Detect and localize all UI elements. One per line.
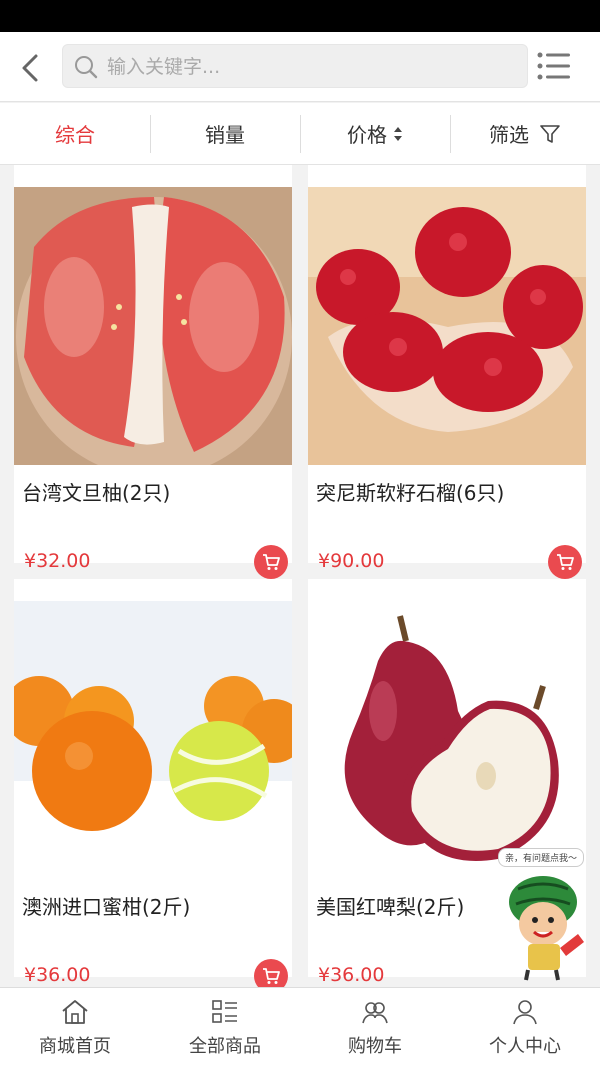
product-price: ¥36.00	[318, 964, 385, 986]
sort-filter[interactable]: 筛选	[450, 103, 600, 164]
cart-icon	[557, 554, 574, 570]
menu-button[interactable]	[534, 48, 574, 84]
sort-comprehensive[interactable]: 综合	[0, 103, 150, 164]
product-name[interactable]: 台湾文旦柚(2只)	[22, 477, 170, 506]
sort-label: 销量	[205, 123, 245, 147]
chevron-left-icon	[22, 54, 38, 82]
home-icon	[62, 1000, 88, 1024]
watermelon-mascot-icon	[509, 876, 584, 981]
product-name[interactable]: 澳洲进口蜜柑(2斤)	[22, 891, 190, 920]
product-card[interactable]: 突尼斯软籽石榴(6只) ¥90.00	[308, 165, 586, 579]
bottom-tab-bar: 商城首页 全部商品 购物车 个人中心	[0, 987, 600, 1067]
header	[0, 32, 600, 102]
grid-list-icon	[212, 1000, 237, 1023]
product-image-pomegranate[interactable]	[308, 187, 586, 465]
sort-bar: 综合 销量 价格 筛选	[0, 103, 600, 165]
sort-sales[interactable]: 销量	[150, 103, 300, 164]
add-to-cart-button[interactable]	[548, 545, 582, 579]
tab-profile[interactable]: 个人中心	[450, 988, 600, 1067]
customer-service-mascot[interactable]: 亲，有问题点我～	[498, 848, 598, 981]
product-price: ¥32.00	[24, 550, 91, 572]
sort-label: 筛选	[489, 123, 529, 147]
product-image-mandarin[interactable]	[14, 601, 292, 879]
search-icon	[75, 56, 98, 79]
product-image-pomelo[interactable]	[14, 187, 292, 465]
search-input[interactable]	[107, 51, 507, 83]
sort-label: 价格	[347, 123, 387, 147]
back-button[interactable]	[12, 48, 52, 88]
product-price: ¥36.00	[24, 964, 91, 986]
tab-all-products[interactable]: 全部商品	[150, 988, 300, 1067]
cart-icon	[263, 554, 280, 570]
sort-label: 综合	[55, 123, 95, 147]
product-price: ¥90.00	[318, 550, 385, 572]
tab-home[interactable]: 商城首页	[0, 988, 150, 1067]
tab-label: 个人中心	[489, 1036, 561, 1057]
product-name[interactable]: 美国红啤梨(2斤)	[316, 891, 464, 920]
tab-label: 商城首页	[39, 1036, 111, 1057]
people-icon	[362, 1002, 388, 1024]
person-icon	[513, 1000, 537, 1025]
sort-price[interactable]: 价格	[300, 103, 450, 164]
filter-funnel-icon	[540, 124, 560, 143]
status-bar	[0, 0, 600, 32]
tab-label: 全部商品	[189, 1036, 261, 1057]
add-to-cart-button[interactable]	[254, 545, 288, 579]
list-menu-icon	[537, 52, 570, 80]
sort-updown-icon	[394, 126, 402, 141]
product-name[interactable]: 突尼斯软籽石榴(6只)	[316, 477, 504, 506]
product-card[interactable]: 澳洲进口蜜柑(2斤) ¥36.00	[14, 579, 292, 993]
tab-cart[interactable]: 购物车	[300, 988, 450, 1067]
product-image-pear[interactable]	[308, 601, 586, 879]
cart-icon	[263, 968, 280, 984]
product-card[interactable]: 台湾文旦柚(2只) ¥32.00	[14, 165, 292, 579]
tab-label: 购物车	[348, 1036, 402, 1057]
search-box[interactable]	[62, 44, 528, 88]
